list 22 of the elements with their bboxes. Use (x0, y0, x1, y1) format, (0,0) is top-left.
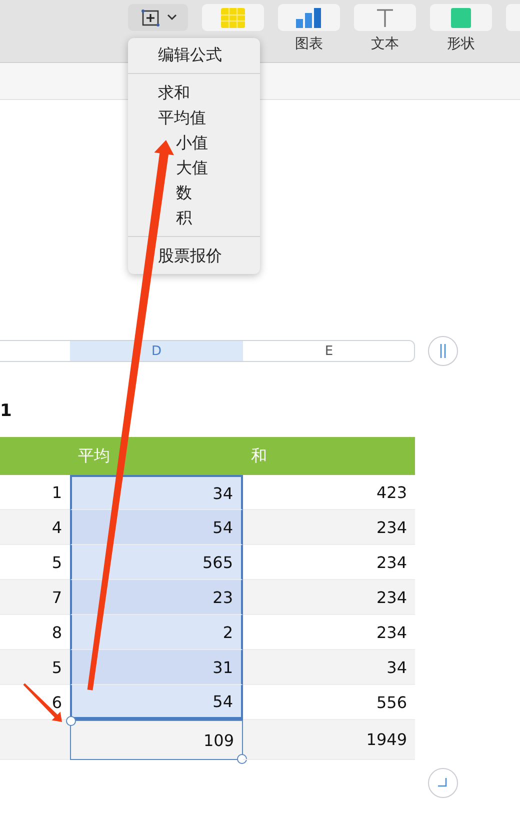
menu-item[interactable]: 编辑公式 (158, 45, 222, 64)
menu-item[interactable]: 股票报价 (158, 246, 222, 265)
table-title: 1 (0, 400, 13, 423)
toolbar-label: 图表 (295, 35, 323, 53)
table-cell: 565 (70, 545, 243, 580)
toolbar-label: 形状 (447, 35, 475, 53)
menu-item[interactable]: 大值 (176, 158, 208, 177)
menu-item[interactable]: 小值 (176, 133, 208, 152)
table-cell: 34 (70, 475, 243, 510)
header-cell-text: 平均 (77, 444, 111, 466)
table-cell: 31 (70, 650, 243, 685)
menu-item[interactable]: 数 (176, 183, 192, 202)
table-cell: 54 (70, 685, 243, 720)
menu-item[interactable]: 求和 (158, 83, 190, 102)
table-cell: 23 (70, 580, 243, 615)
footer-cell: 1949 (243, 720, 415, 760)
header-cell-text: 和 (250, 444, 268, 466)
menu-item[interactable]: 积 (176, 208, 192, 227)
toolbar-label: 文本 (371, 35, 399, 53)
table-cell: 54 (70, 510, 243, 545)
menu-item[interactable]: 平均值 (158, 108, 206, 127)
table-cell: 2 (70, 615, 243, 650)
